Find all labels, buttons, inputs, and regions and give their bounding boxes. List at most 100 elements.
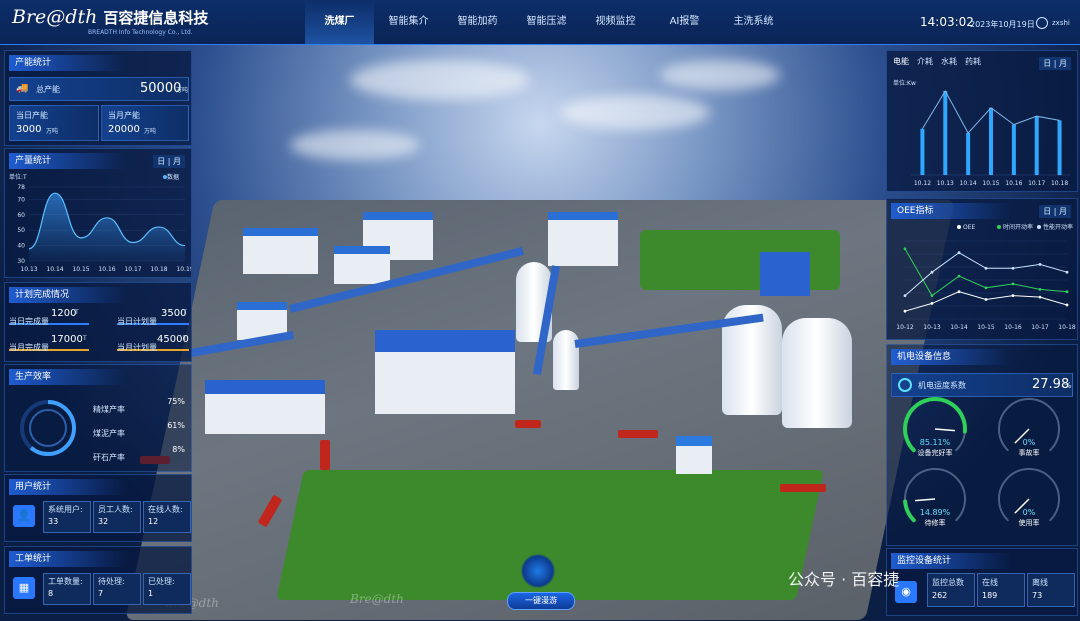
day-plan-row: 当日计划量 3500 T — [117, 308, 189, 326]
panel-title: 监控设备统计 — [891, 553, 1011, 569]
x-tick-label: 10-12 — [896, 324, 914, 331]
panel-title: 产量统计 — [9, 153, 127, 169]
efficiency-value: 61% — [167, 421, 185, 430]
legend-swatch — [1037, 225, 1041, 229]
data-point — [930, 294, 934, 297]
monitor-stat-box: 监控总数 262 — [927, 573, 975, 607]
workorder-stat-value: 8 — [48, 589, 54, 598]
nav-item-smart-dosing[interactable]: 智能加药 — [443, 0, 512, 44]
efficiency-label: 矸石产率 — [93, 453, 125, 462]
gauge-value: 0% — [1023, 438, 1036, 447]
chart-unit-label: 单位:Kw — [893, 79, 916, 87]
coef-unit: % — [1064, 381, 1072, 390]
panel-title: 工单统计 — [9, 551, 127, 567]
blue-shed[interactable] — [760, 252, 810, 296]
users-panel: 用户统计 👤 系统用户: 33 员工人数: 32 在线人数: 12 — [4, 474, 192, 542]
workshop[interactable] — [205, 380, 325, 434]
workorder-stat-box: 已处理: 1 — [143, 573, 191, 605]
tab-water[interactable]: 水耗 — [941, 56, 957, 67]
user-name[interactable]: zxshi — [1052, 19, 1070, 27]
day-capacity-unit: 万吨 — [46, 128, 59, 135]
day-month-toggle[interactable]: 日 | 月 — [1039, 205, 1071, 218]
day-month-toggle[interactable]: 日 | 月 — [153, 155, 185, 168]
user-stat-value: 12 — [148, 517, 159, 526]
tab-electricity[interactable]: 电能 — [893, 56, 909, 67]
data-point — [1011, 266, 1015, 270]
x-tick-label: 10-16 — [1004, 324, 1022, 331]
main-workshop[interactable] — [375, 330, 515, 414]
data-point — [984, 286, 988, 290]
monitor-stat-value: 189 — [982, 591, 998, 600]
month-capacity-unit: 万吨 — [144, 128, 157, 135]
efficiency-row: 煤泥产率 61% — [93, 421, 189, 438]
month-capacity-label: 当月产能 — [108, 111, 140, 120]
energy-bar-chart: 单位:Kw 10.12 10.13 10.14 10.15 10.16 10.17 10.18 — [893, 79, 1071, 187]
day-done-unit: T — [75, 309, 79, 316]
coef-label: 机电运度系数 — [918, 381, 966, 390]
nav-item-coal-plant[interactable]: 洗煤厂 — [305, 0, 374, 44]
legend-label: 性能开动率 — [1043, 223, 1073, 231]
roam-icon[interactable] — [520, 554, 556, 588]
gauge-label: 设备完好率 — [918, 448, 953, 457]
x-tick-label: 10-14 — [950, 324, 968, 331]
tour-button[interactable]: 一键漫游 — [507, 592, 575, 610]
month-capacity-value: 20000 — [108, 124, 140, 135]
day-done-row: 当日完成量 1200 T — [9, 308, 89, 326]
gauge-icon — [898, 378, 912, 392]
x-tick-label: 10.16 — [1005, 180, 1022, 187]
day-done-value: 1200 — [51, 308, 77, 319]
y-tick-label: 40 — [17, 243, 25, 250]
y-tick-label: 50 — [17, 227, 25, 234]
day-month-toggle[interactable]: 日 | 月 — [1039, 57, 1071, 70]
efficiency-label: 精煤产率 — [93, 405, 125, 414]
small-building[interactable] — [676, 436, 712, 474]
cloud — [350, 60, 530, 100]
user-stat-label: 在线人数: — [148, 505, 183, 514]
gauge-value: 0% — [1023, 508, 1036, 517]
data-point — [1065, 270, 1069, 274]
tab-medium[interactable]: 介耗 — [917, 56, 933, 67]
silo[interactable] — [782, 318, 852, 428]
monitor-stat-label: 监控总数 — [932, 578, 964, 587]
gauge-needle — [934, 428, 955, 432]
output-area-chart: 单位:T 数据 78 70 60 50 40 3010.13 10.14 10.15 10.16 10… — [9, 173, 191, 273]
building[interactable] — [548, 212, 618, 266]
data-point — [903, 247, 907, 251]
workorder-stat-box: 待处理: 7 — [93, 573, 141, 605]
data-point — [1038, 295, 1042, 299]
workorder-stat-value: 7 — [98, 589, 104, 598]
efficiency-ring — [20, 400, 76, 456]
bar — [1057, 120, 1062, 175]
nav-item-main-wash[interactable]: 主洗系统 — [719, 0, 788, 44]
tab-chemical[interactable]: 药耗 — [965, 56, 981, 67]
monitor-stat-label: 在线 — [982, 578, 998, 587]
building[interactable] — [243, 228, 318, 274]
truck — [780, 484, 826, 492]
legend-swatch — [957, 225, 961, 229]
capacity-panel: 产能统计 🚚 总产能 50000 万吨 当日产能 3000 万吨 当月产能 20… — [4, 50, 192, 146]
y-tick-label: 70 — [17, 196, 25, 203]
bar — [943, 91, 948, 175]
bar — [1011, 124, 1016, 175]
efficiency-row: 精煤产率 75% — [93, 397, 189, 414]
month-done-row: 当月完成量 17000 T — [9, 334, 89, 352]
day-capacity-card: 当日产能 3000 万吨 — [9, 105, 99, 141]
clock-time: 14:03:02 — [920, 15, 974, 29]
monitor-stat-value: 73 — [1032, 591, 1043, 600]
logo-company-cn: 百容捷信息科技 — [103, 8, 209, 27]
user-icon[interactable] — [1036, 17, 1048, 29]
building[interactable] — [334, 246, 390, 284]
nav-item-smart-intro[interactable]: 智能集介 — [374, 0, 443, 44]
truck — [515, 420, 541, 428]
nav-item-ai-alarm[interactable]: AI报警 — [650, 0, 719, 44]
logo[interactable]: Bre@dth 百容捷信息科技 BREADTH Info Technology … — [12, 6, 209, 36]
nav-item-smart-filter[interactable]: 智能压滤 — [512, 0, 581, 44]
bar — [966, 133, 971, 175]
x-tick-label: 10.18 — [150, 266, 167, 273]
legend-label: OEE — [963, 224, 976, 231]
month-done-value: 17000 — [51, 334, 83, 345]
total-capacity-unit: 万吨 — [176, 87, 189, 94]
x-tick-label: 10.19 — [176, 266, 191, 273]
nav-item-video-monitor[interactable]: 视频监控 — [581, 0, 650, 44]
legend-label: 数据 — [167, 173, 179, 181]
